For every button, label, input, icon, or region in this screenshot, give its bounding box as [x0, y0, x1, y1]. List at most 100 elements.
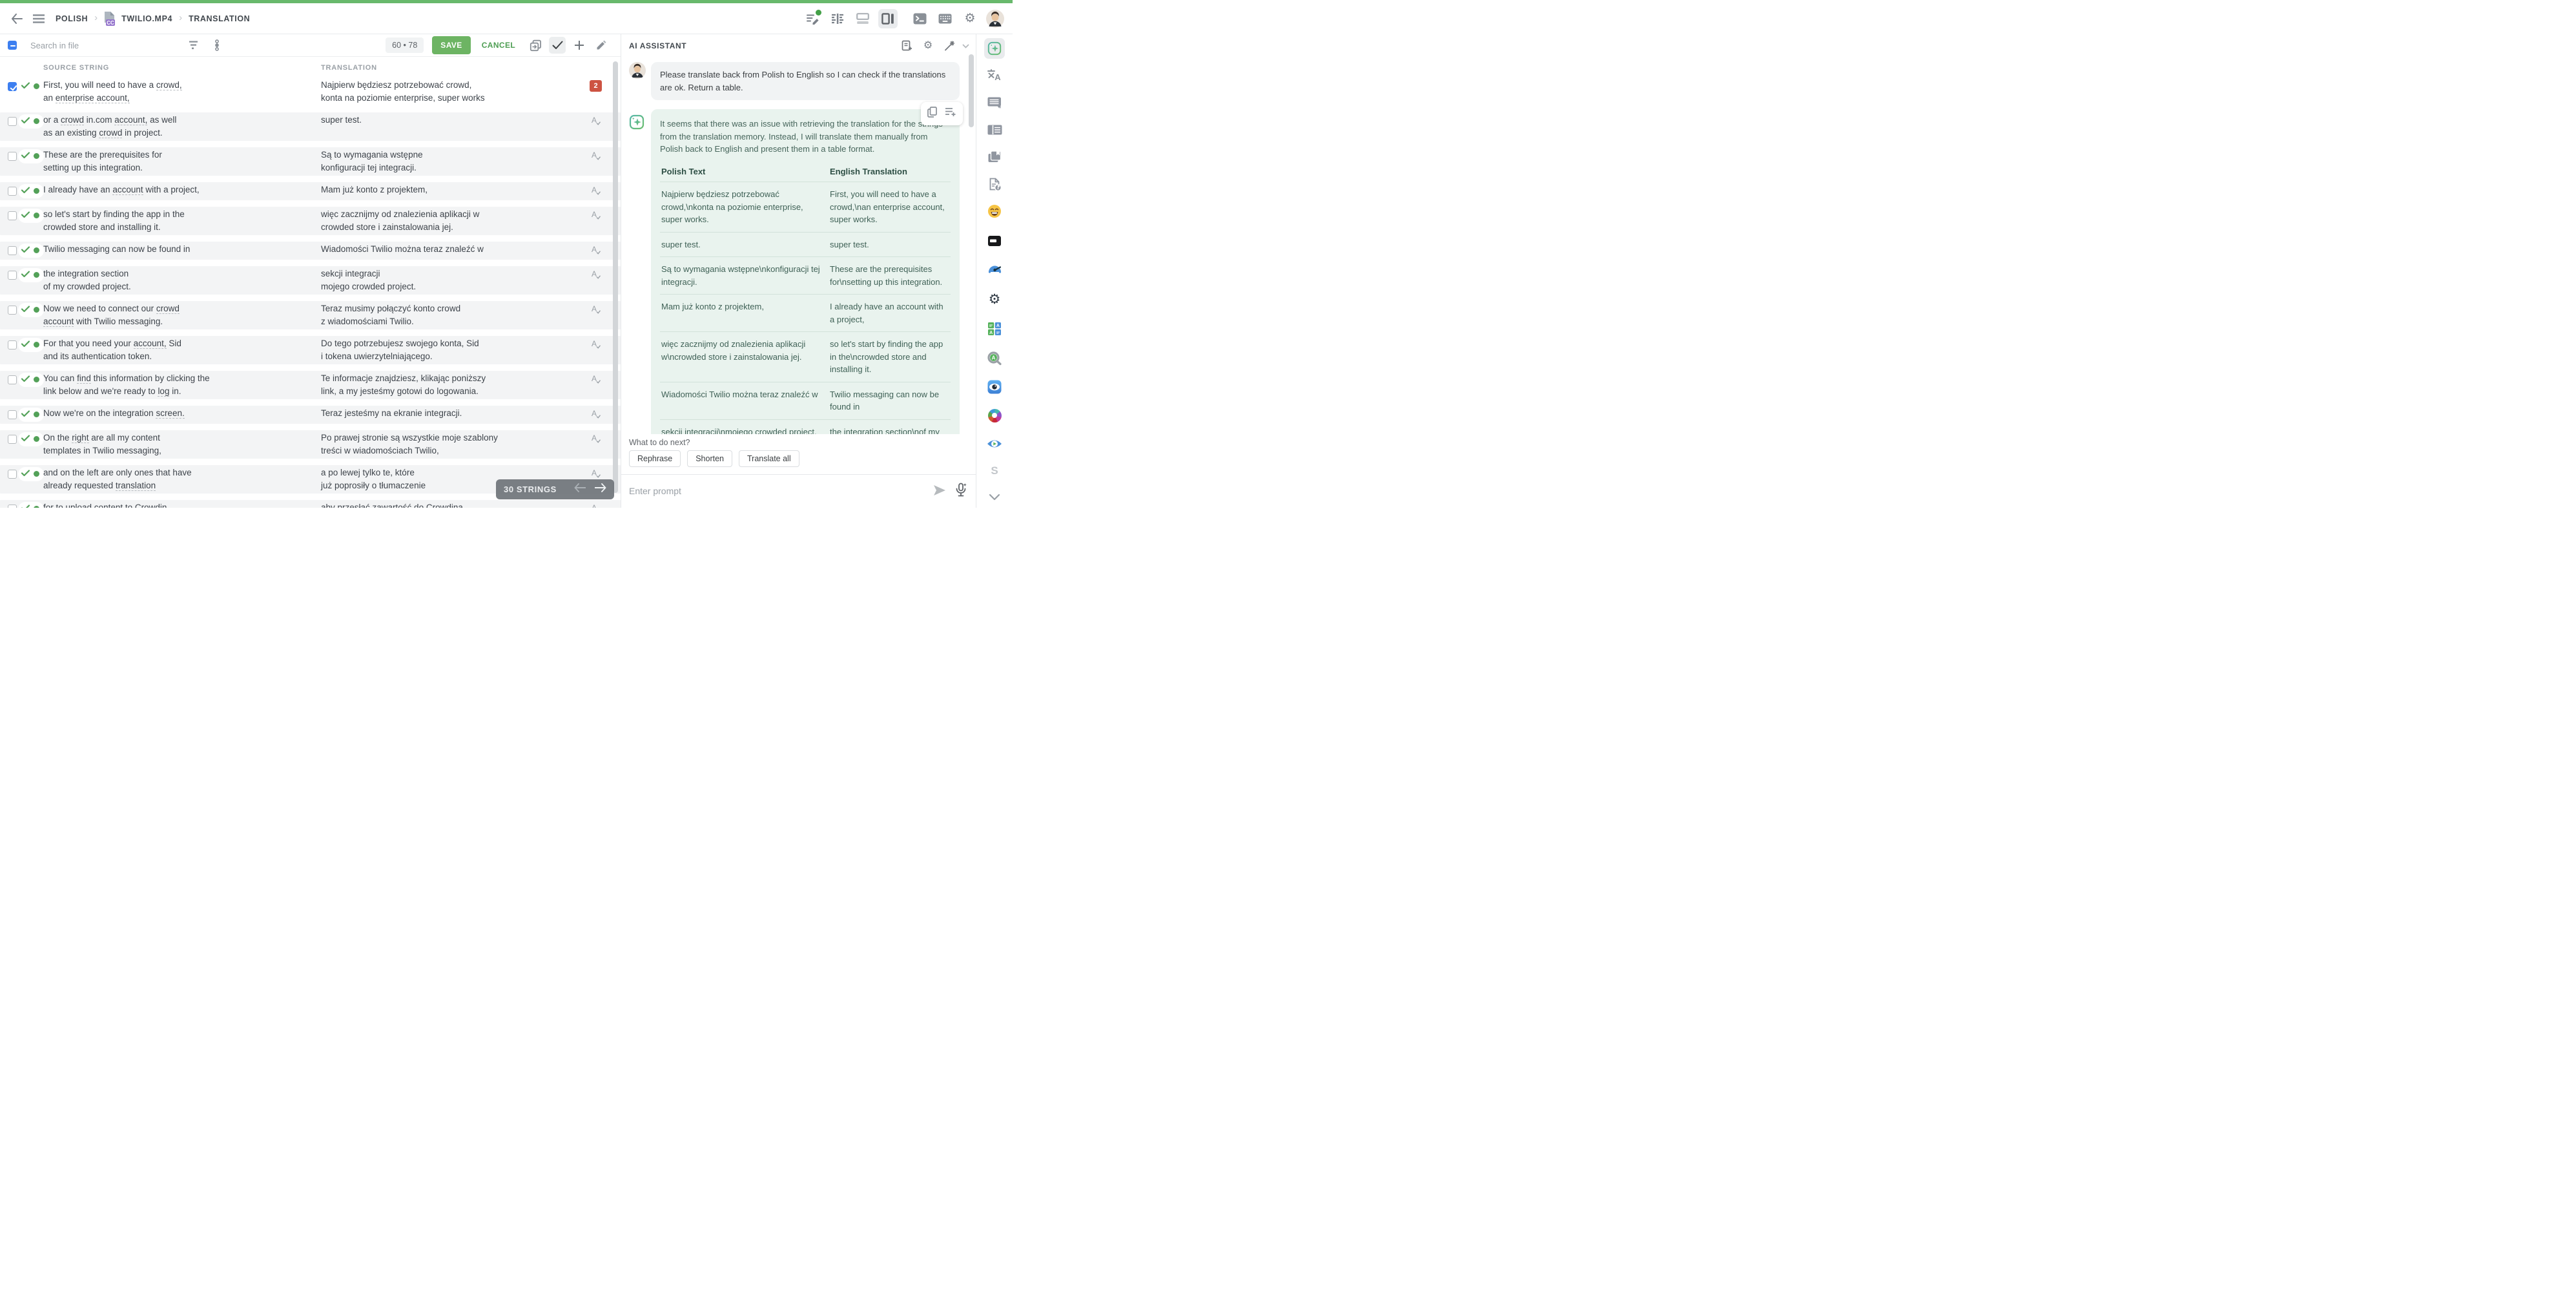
- editor-scrollbar[interactable]: [613, 61, 618, 493]
- console-icon[interactable]: [910, 9, 929, 28]
- source-string[interactable]: You can find this information by clickin…: [43, 372, 314, 398]
- shorten-button[interactable]: Shorten: [687, 450, 732, 467]
- string-row[interactable]: or a crowd in.com account, as wellas an …: [0, 112, 621, 141]
- machine-translate-icon[interactable]: A: [590, 115, 602, 127]
- send-icon[interactable]: [933, 484, 946, 499]
- translation-string[interactable]: aby przesłać zawartość do Crowdina.: [321, 501, 579, 508]
- breadcrumb-section[interactable]: TRANSLATION: [189, 14, 250, 23]
- string-row[interactable]: Now we're on the integration screen.Tera…: [0, 406, 621, 424]
- string-row[interactable]: First, you will need to have a crowd,an …: [0, 78, 621, 106]
- row-checkbox[interactable]: [8, 271, 17, 280]
- source-string[interactable]: for to upload content to Crowdin.: [43, 501, 314, 508]
- string-row[interactable]: Now we need to connect our crowdaccount …: [0, 301, 621, 329]
- comments-icon[interactable]: [984, 92, 1005, 113]
- side-panel-layout-icon[interactable]: [878, 9, 898, 28]
- s-app-faded-icon[interactable]: S: [984, 461, 1005, 481]
- compose-icon[interactable]: [803, 9, 822, 28]
- row-checkbox[interactable]: [8, 246, 17, 255]
- row-checkbox[interactable]: [8, 187, 17, 196]
- translate-icon[interactable]: A: [984, 65, 1005, 86]
- keyboard-icon[interactable]: [935, 9, 954, 28]
- preview-eye-play-icon[interactable]: [984, 433, 1005, 454]
- machine-translate-icon[interactable]: A: [590, 244, 602, 256]
- rephrase-button[interactable]: Rephrase: [629, 450, 681, 467]
- tune-options-icon[interactable]: [209, 37, 225, 54]
- translation-string[interactable]: Do tego potrzebujesz swojego konta, Sidi…: [321, 337, 579, 363]
- translate-all-button[interactable]: Translate all: [739, 450, 799, 467]
- row-checkbox[interactable]: [8, 435, 17, 444]
- add-plus-icon[interactable]: [571, 37, 588, 54]
- settings-gear-icon[interactable]: ⚙: [960, 9, 980, 28]
- file-context-info-icon[interactable]: [984, 174, 1005, 194]
- translation-string[interactable]: Teraz musimy połączyć konto crowdz wiado…: [321, 302, 579, 328]
- filter-icon[interactable]: [185, 37, 202, 54]
- mt-puzzle-icon[interactable]: A A: [984, 318, 1005, 339]
- glossary-bookmarks-icon[interactable]: [984, 147, 1005, 167]
- machine-translate-icon[interactable]: A: [590, 503, 602, 508]
- source-string[interactable]: Now we're on the integration screen.: [43, 407, 314, 420]
- machine-translate-icon[interactable]: A: [590, 185, 602, 196]
- source-string[interactable]: First, you will need to have a crowd,an …: [43, 79, 314, 105]
- source-string[interactable]: Twilio messaging can now be found in: [43, 243, 314, 256]
- color-wheel-icon[interactable]: [984, 405, 1005, 426]
- speed-gauge-icon[interactable]: [984, 259, 1005, 280]
- row-checkbox[interactable]: [8, 470, 17, 479]
- source-string[interactable]: or a crowd in.com account, as wellas an …: [43, 114, 314, 140]
- machine-translate-icon[interactable]: A: [590, 304, 602, 315]
- row-checkbox[interactable]: [8, 306, 17, 315]
- approve-check-icon[interactable]: [549, 37, 566, 54]
- edit-pencil-icon[interactable]: [593, 37, 610, 54]
- machine-translate-icon[interactable]: A: [590, 408, 602, 420]
- prompt-input[interactable]: Enter prompt: [629, 486, 681, 496]
- translation-memory-card-icon[interactable]: [984, 120, 1005, 140]
- user-avatar[interactable]: [985, 9, 1005, 28]
- translation-string[interactable]: Po prawej stronie są wszystkie moje szab…: [321, 432, 579, 457]
- source-string[interactable]: and on the left are only ones that havea…: [43, 466, 314, 492]
- machine-translate-icon[interactable]: A: [590, 468, 602, 479]
- emoji-smiley-icon[interactable]: [984, 201, 1005, 222]
- row-checkbox[interactable]: [8, 340, 17, 349]
- ocr-eye-app-icon[interactable]: [984, 377, 1005, 397]
- translation-string[interactable]: super test.: [321, 114, 579, 127]
- machine-translate-icon[interactable]: A: [590, 373, 602, 385]
- string-row[interactable]: These are the prerequisites forsetting u…: [0, 147, 621, 176]
- string-row[interactable]: Twilio messaging can now be found in Wiad…: [0, 242, 621, 260]
- select-all-checkbox[interactable]: [8, 41, 17, 50]
- cancel-button[interactable]: CANCEL: [482, 41, 515, 50]
- source-string[interactable]: On the right are all my contenttemplates…: [43, 432, 314, 457]
- translation-string[interactable]: sekcji integracjimojego crowded project.: [321, 267, 579, 293]
- search-term-icon[interactable]: A: [984, 348, 1005, 369]
- translation-string[interactable]: Wiadomości Twilio można teraz znaleźć w: [321, 243, 579, 256]
- machine-translate-icon[interactable]: A: [590, 209, 602, 221]
- machine-translate-icon[interactable]: A: [590, 339, 602, 350]
- string-row[interactable]: For that you need your account, Sidand i…: [0, 336, 621, 364]
- source-string[interactable]: so let's start by finding the app in the…: [43, 208, 314, 234]
- dictionary-book-icon[interactable]: [984, 231, 1005, 251]
- row-checkbox[interactable]: [8, 211, 17, 220]
- source-string[interactable]: For that you need your account, Sidand i…: [43, 337, 314, 363]
- copy-source-icon[interactable]: [527, 37, 544, 54]
- back-arrow-icon[interactable]: [8, 10, 26, 28]
- bottom-panel-layout-icon[interactable]: [853, 9, 872, 28]
- machine-gear-icon[interactable]: ⚙: [984, 289, 1005, 309]
- ai-scrollbar[interactable]: [969, 54, 974, 127]
- string-row[interactable]: for to upload content to Crowdin. aby prz…: [0, 500, 621, 508]
- mic-icon[interactable]: [955, 483, 967, 500]
- machine-translate-icon[interactable]: A: [590, 150, 602, 162]
- string-row[interactable]: You can find this information by clickin…: [0, 371, 621, 399]
- ai-assistant-icon[interactable]: [984, 38, 1005, 59]
- source-string[interactable]: These are the prerequisites forsetting u…: [43, 149, 314, 174]
- translation-string[interactable]: więc zacznijmy od znalezienia aplikacji …: [321, 208, 579, 234]
- row-checkbox[interactable]: [8, 117, 17, 126]
- translation-string[interactable]: Najpierw będziesz potrzebować crowd,kont…: [321, 79, 579, 105]
- string-row[interactable]: I already have an account with a project…: [0, 182, 621, 200]
- hamburger-menu-icon[interactable]: [30, 10, 48, 28]
- translation-string[interactable]: Te informacje znajdziesz, klikając poniż…: [321, 372, 579, 398]
- source-string[interactable]: the integration sectionof my crowded pro…: [43, 267, 314, 293]
- row-checkbox[interactable]: [8, 82, 17, 91]
- string-row[interactable]: On the right are all my contenttemplates…: [0, 430, 621, 459]
- row-checkbox[interactable]: [8, 410, 17, 419]
- string-row[interactable]: the integration sectionof my crowded pro…: [0, 266, 621, 295]
- insert-playlist-add-icon[interactable]: [945, 107, 956, 120]
- search-input[interactable]: Search in file: [30, 41, 79, 50]
